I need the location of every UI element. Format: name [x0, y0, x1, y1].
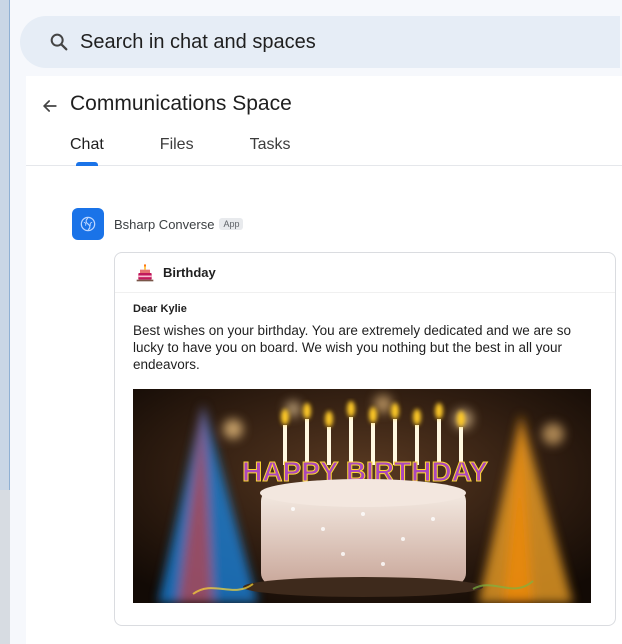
space-panel: Communications Space Chat Files Tasks Bs…: [26, 76, 622, 644]
tab-chat[interactable]: Chat: [70, 136, 104, 166]
brain-icon: [80, 216, 96, 232]
page-title: Communications Space: [70, 92, 292, 115]
search-bar[interactable]: Search in chat and spaces: [20, 16, 620, 68]
chat-window: Search in chat and spaces Communications…: [10, 0, 622, 644]
card-greeting: Dear Kylie: [133, 303, 187, 315]
birthday-card: Birthday Dear Kylie Best wishes on your …: [114, 252, 616, 626]
chat-message: Bsharp Converse App Birthday Dear Kylie: [72, 208, 616, 626]
arrow-left-icon[interactable]: [40, 96, 60, 116]
search-icon: [50, 33, 68, 51]
tab-tasks[interactable]: Tasks: [250, 136, 291, 166]
search-input[interactable]: Search in chat and spaces: [80, 31, 316, 54]
tab-bar: Chat Files Tasks: [70, 136, 346, 166]
space-header: Communications Space Chat Files Tasks: [26, 76, 622, 166]
card-title: Birthday: [163, 265, 216, 280]
cake-icon: [136, 263, 154, 281]
tab-files[interactable]: Files: [160, 136, 194, 166]
avatar[interactable]: [72, 208, 104, 240]
sender-name[interactable]: Bsharp Converse: [114, 217, 214, 232]
background-window-edge: [0, 0, 10, 490]
card-header: Birthday: [115, 253, 615, 293]
app-badge: App: [219, 218, 244, 230]
message-sender-row: Bsharp Converse App: [72, 208, 602, 240]
card-body-text: Best wishes on your birthday. You are ex…: [133, 323, 572, 372]
birthday-cake-image: HAPPY BIRTHDAY: [133, 389, 591, 603]
